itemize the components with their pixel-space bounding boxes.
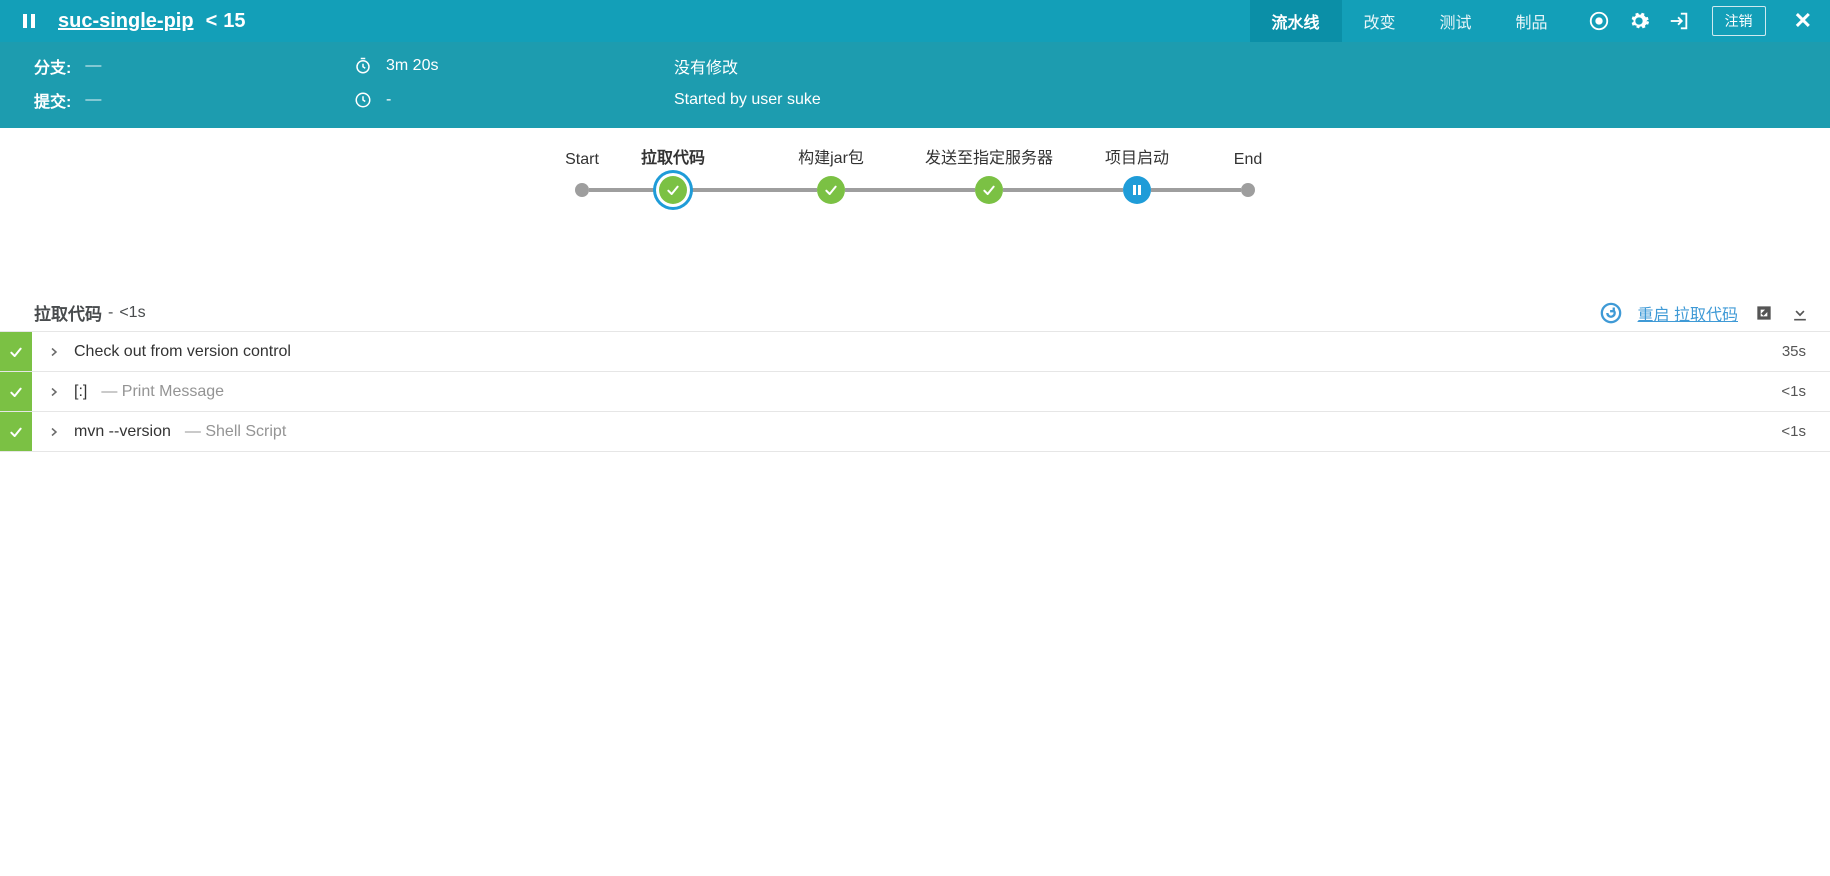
pipeline-node: End (1241, 183, 1255, 197)
check-icon (981, 182, 997, 198)
run-number: 15 (223, 10, 245, 33)
pipeline-paused-dot (1123, 176, 1151, 204)
run-separator: < (206, 10, 218, 33)
chevron-right-icon[interactable] (48, 426, 60, 438)
restart-stage-link[interactable]: 重启 拉取代码 (1638, 301, 1738, 325)
step-subtitle: — Print Message (101, 383, 224, 401)
chevron-right-icon[interactable] (48, 346, 60, 358)
pipeline-node-label: End (1234, 151, 1262, 169)
pipeline-node-label: 项目启动 (1105, 144, 1169, 168)
tab-changes[interactable]: 改变 (1342, 0, 1418, 42)
step-duration: <1s (1781, 383, 1806, 400)
chevron-right-icon[interactable] (48, 386, 60, 398)
started-by-text: Started by user suke (674, 91, 821, 109)
pipeline-edge (589, 188, 659, 192)
pipeline-node-label: Start (565, 151, 599, 169)
check-icon (823, 182, 839, 198)
pipeline-graph: Start拉取代码构建jar包发送至指定服务器项目启动End (0, 128, 1830, 294)
check-icon (665, 182, 681, 198)
step-row[interactable]: [:] — Print Message <1s (0, 372, 1830, 412)
pause-icon (1131, 184, 1143, 196)
tabs: 流水线 改变 测试 制品 (1250, 0, 1570, 42)
pipeline-edge (1003, 188, 1123, 192)
open-external-icon[interactable] (1754, 303, 1774, 323)
step-name: mvn --version (74, 423, 171, 441)
tab-tests[interactable]: 测试 (1418, 0, 1494, 42)
pipeline-edge (687, 188, 817, 192)
pipeline-edge (1151, 188, 1241, 192)
clock-icon (354, 91, 372, 109)
top-bar: suc-single-pip < 15 流水线 改变 测试 制品 注销 ✕ (0, 0, 1830, 42)
stage-time: <1s (119, 304, 145, 322)
pause-status-icon (18, 10, 40, 32)
duration-icon (354, 57, 372, 75)
stage-title: 拉取代码 (34, 300, 102, 325)
changes-text: 没有修改 (674, 54, 738, 78)
commit-label: 提交: (34, 88, 71, 112)
restart-icon[interactable] (1600, 302, 1622, 324)
pipeline-node: Start (575, 183, 589, 197)
pipeline-node[interactable]: 构建jar包 (817, 176, 845, 204)
duration-value: 3m 20s (386, 57, 438, 75)
step-name: [:] (74, 383, 87, 401)
rerun-icon[interactable] (1588, 10, 1610, 32)
pipeline-node-label: 拉取代码 (641, 144, 705, 168)
step-status-success (0, 332, 32, 371)
stage-header: 拉取代码 - <1s 重启 拉取代码 (0, 294, 1830, 331)
pipeline-terminal-dot (1241, 183, 1255, 197)
pipeline-edge (845, 188, 975, 192)
pipeline-success-dot (817, 176, 845, 204)
pipeline-node[interactable]: 拉取代码 (659, 176, 687, 204)
gear-icon[interactable] (1628, 10, 1650, 32)
job-name-link[interactable]: suc-single-pip (58, 10, 194, 33)
pipeline-node[interactable]: 发送至指定服务器 (975, 176, 1003, 204)
commit-value: — (85, 91, 101, 109)
step-row[interactable]: Check out from version control 35s (0, 332, 1830, 372)
step-name: Check out from version control (74, 343, 291, 361)
pipeline-node-label: 构建jar包 (798, 144, 864, 168)
stage-time-prefix: - (108, 304, 113, 322)
step-status-success (0, 372, 32, 411)
step-duration: <1s (1781, 423, 1806, 440)
step-row[interactable]: mvn --version — Shell Script <1s (0, 412, 1830, 452)
queued-value: - (386, 91, 391, 109)
step-status-success (0, 412, 32, 451)
pipeline-node[interactable]: 项目启动 (1123, 176, 1151, 204)
tab-artifacts[interactable]: 制品 (1494, 0, 1570, 42)
close-icon[interactable]: ✕ (1794, 8, 1812, 34)
pipeline-success-dot (659, 176, 687, 204)
step-duration: 35s (1782, 343, 1806, 360)
step-subtitle: — Shell Script (185, 423, 286, 441)
branch-label: 分支: (34, 54, 71, 78)
pipeline-node-label: 发送至指定服务器 (925, 144, 1053, 168)
pipeline-terminal-dot (575, 183, 589, 197)
tab-pipeline[interactable]: 流水线 (1250, 0, 1342, 42)
branch-value: — (85, 57, 101, 75)
pipeline-success-dot (975, 176, 1003, 204)
logout-button[interactable]: 注销 (1712, 6, 1766, 36)
step-list: Check out from version control 35s [:] — Pr… (0, 331, 1830, 452)
download-icon[interactable] (1790, 303, 1810, 323)
run-info: 分支: — 3m 20s 没有修改 提交: — - Started by use… (0, 42, 1830, 128)
exit-icon[interactable] (1668, 10, 1690, 32)
